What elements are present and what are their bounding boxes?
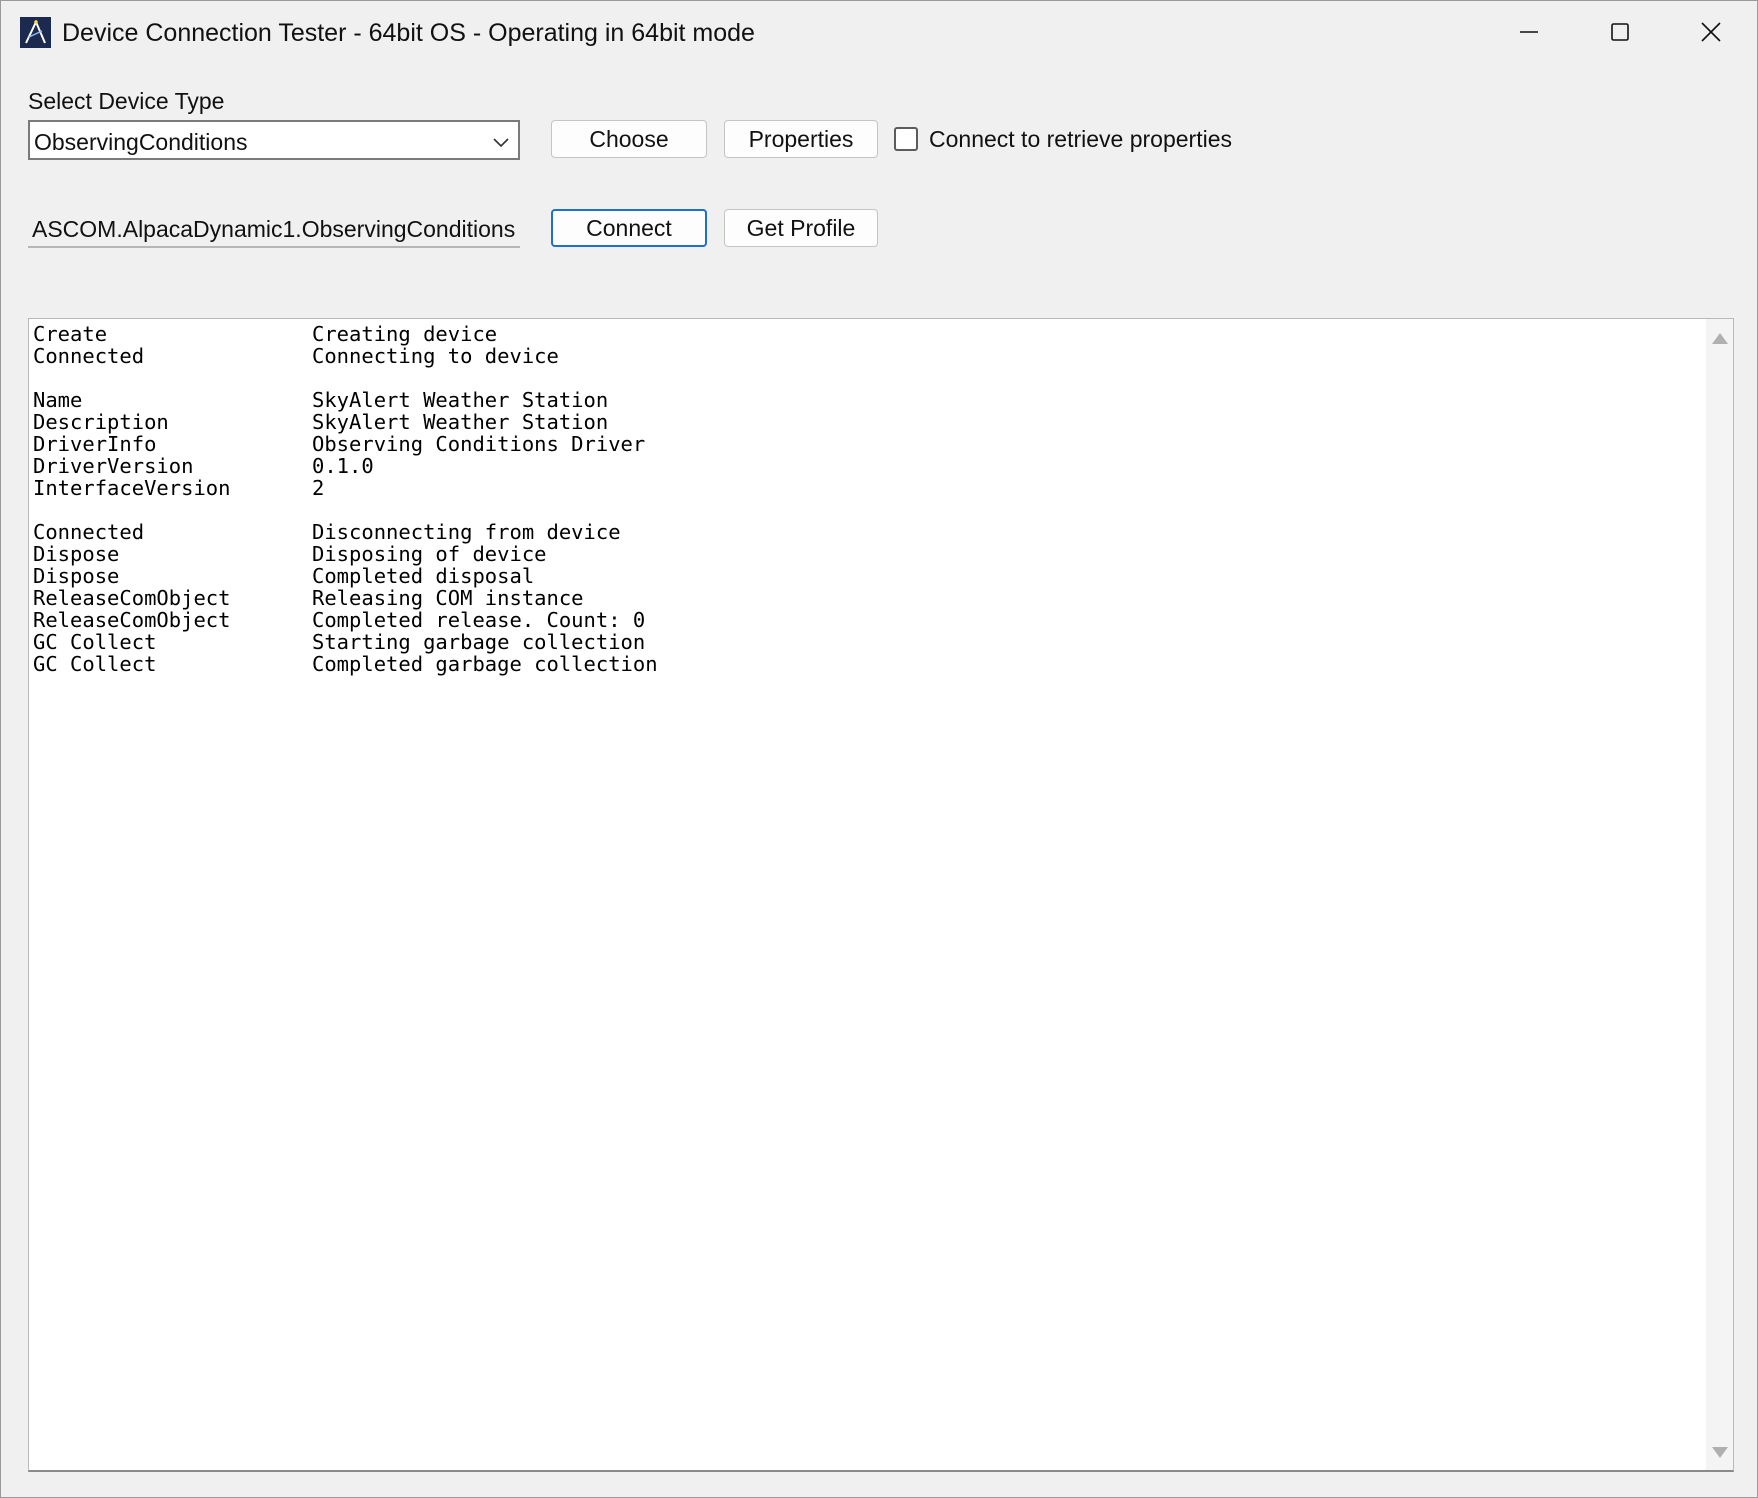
log-value: Completed garbage collection [312, 652, 658, 676]
title-bar[interactable]: Device Connection Tester - 64bit OS - Op… [1, 1, 1757, 63]
log-key: Name [33, 388, 83, 412]
log-value: Disconnecting from device [312, 520, 621, 544]
log-key: InterfaceVersion [33, 476, 231, 500]
log-value: Completed disposal [312, 564, 535, 588]
log-key: Description [33, 410, 169, 434]
close-icon [1701, 22, 1721, 42]
connect-to-retrieve-checkbox[interactable] [894, 127, 918, 151]
minimize-button[interactable] [1483, 1, 1575, 63]
log-key: Dispose [33, 564, 120, 588]
log-row: ReleaseComObject Completed release. Count… [33, 609, 658, 631]
log-table: Create Creating device Connected Connectin… [33, 323, 658, 675]
log-row: DriverInfo Observing Conditions Driver [33, 433, 658, 455]
minimize-icon [1520, 31, 1538, 33]
log-key: Connected [33, 344, 145, 368]
log-row: Connected Connecting to device [33, 345, 658, 367]
log-key: DriverVersion [33, 454, 194, 478]
log-row [33, 367, 658, 389]
ascom-app-icon[interactable] [20, 17, 51, 48]
connect-to-retrieve-label[interactable]: Connect to retrieve properties [929, 126, 1232, 153]
device-type-dropdown[interactable]: ObservingConditions [28, 120, 520, 160]
log-key: Connected [33, 520, 145, 544]
main-window: Device Connection Tester - 64bit OS - Op… [0, 0, 1758, 1498]
chevron-down-icon[interactable] [490, 131, 512, 153]
properties-button[interactable]: Properties [724, 120, 878, 158]
scroll-down-arrow-icon[interactable] [1712, 1447, 1728, 1458]
device-type-selected: ObservingConditions [34, 129, 248, 155]
progid-field: ASCOM.AlpacaDynamic1.ObservingConditions [28, 210, 520, 248]
log-key: GC Collect [33, 630, 157, 654]
log-row: Name SkyAlert Weather Station [33, 389, 658, 411]
log-value [312, 367, 658, 389]
log-row: Description SkyAlert Weather Station [33, 411, 658, 433]
log-value: Releasing COM instance [312, 586, 584, 610]
log-value: Disposing of device [312, 542, 547, 566]
log-value: Starting garbage collection [312, 630, 646, 654]
log-row [33, 499, 658, 521]
log-value: SkyAlert Weather Station [312, 388, 609, 412]
window-title: Device Connection Tester - 64bit OS - Op… [62, 19, 755, 47]
log-output[interactable]: Create Creating device Connected Connectin… [28, 318, 1734, 1472]
log-row: GC Collect Completed garbage collection [33, 653, 658, 675]
progid-value: ASCOM.AlpacaDynamic1.ObservingConditions [32, 216, 516, 242]
maximize-button[interactable] [1574, 1, 1666, 63]
log-key: Dispose [33, 542, 120, 566]
log-key: GC Collect [33, 652, 157, 676]
log-row: Dispose Disposing of device [33, 543, 658, 565]
log-value: Connecting to device [312, 344, 559, 368]
log-row: DriverVersion 0.1.0 [33, 455, 658, 477]
log-value: SkyAlert Weather Station [312, 410, 609, 434]
choose-button[interactable]: Choose [551, 120, 707, 158]
log-value: 0.1.0 [312, 454, 374, 478]
close-button[interactable] [1665, 1, 1757, 63]
device-type-label: Select Device Type [28, 88, 225, 114]
log-key: DriverInfo [33, 432, 157, 456]
log-value: Creating device [312, 322, 498, 346]
log-value: 2 [312, 476, 325, 500]
log-value: Completed release. Count: 0 [312, 608, 646, 632]
log-key: ReleaseComObject [33, 608, 231, 632]
get-profile-button[interactable]: Get Profile [724, 209, 878, 247]
log-row: InterfaceVersion 2 [33, 477, 658, 499]
maximize-icon [1611, 23, 1629, 41]
connect-button[interactable]: Connect [551, 209, 707, 247]
log-row: GC Collect Starting garbage collection [33, 631, 658, 653]
log-row: Connected Disconnecting from device [33, 521, 658, 543]
log-value [312, 499, 658, 521]
scroll-up-arrow-icon[interactable] [1712, 333, 1728, 344]
log-row: Create Creating device [33, 323, 658, 345]
log-key: Create [33, 322, 108, 346]
log-key: ReleaseComObject [33, 586, 231, 610]
log-key [33, 499, 312, 521]
log-key [33, 367, 312, 389]
log-value: Observing Conditions Driver [312, 432, 646, 456]
log-row: ReleaseComObject Releasing COM instance [33, 587, 658, 609]
vertical-scrollbar[interactable] [1706, 319, 1733, 1470]
log-row: Dispose Completed disposal [33, 565, 658, 587]
